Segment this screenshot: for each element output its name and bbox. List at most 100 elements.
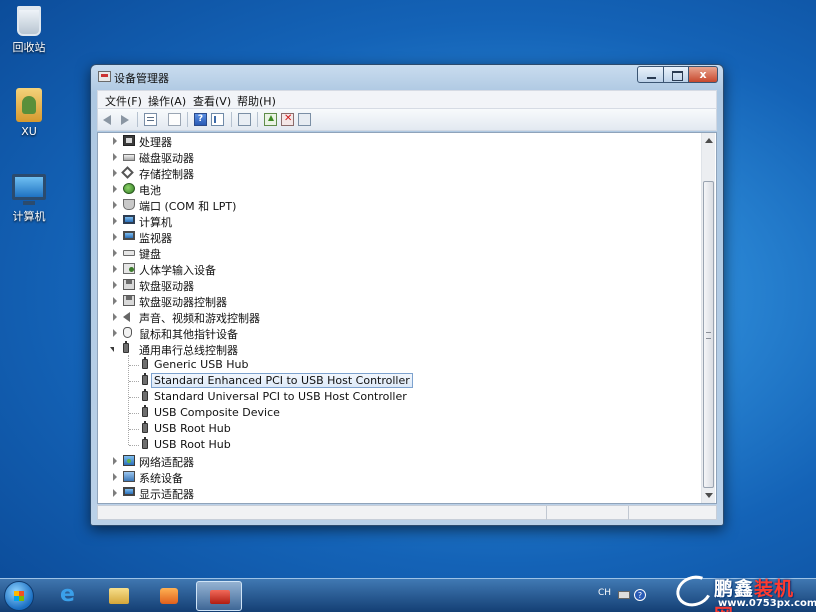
device-manager-taskbar-button[interactable] xyxy=(196,581,242,611)
uninstall-icon[interactable] xyxy=(281,113,294,126)
expand-arrow-icon[interactable] xyxy=(113,313,117,321)
usb-icon xyxy=(142,373,148,385)
recycle-bin-icon xyxy=(17,6,41,36)
user-folder-label: XU xyxy=(21,125,37,138)
media-player-icon[interactable] xyxy=(148,581,190,611)
device-category-row[interactable]: 电池 xyxy=(98,181,698,197)
device-tree-pane: 处理器 磁盘驱动器 存储控制器电池 端口 (COM 和 LPT) 计算机 监视器 键盘 人体学… xyxy=(97,132,717,504)
recycle-bin-shortcut[interactable]: 回收站 xyxy=(1,6,57,55)
window-title: 设备管理器 xyxy=(114,72,169,85)
device-row[interactable]: USB Composite Device xyxy=(98,405,698,421)
device-category-row[interactable]: 键盘 xyxy=(98,245,698,261)
expand-arrow-icon[interactable] xyxy=(113,153,117,161)
device-row[interactable]: Standard Enhanced PCI to USB Host Contro… xyxy=(98,373,698,389)
close-button[interactable]: x xyxy=(688,66,718,83)
device-label: Generic USB Hub xyxy=(154,358,249,371)
device-category-row[interactable]: 端口 (COM 和 LPT) xyxy=(98,197,698,213)
computer-shortcut[interactable]: 计算机 xyxy=(1,174,57,224)
device-row[interactable]: USB Root Hub xyxy=(98,421,698,437)
device-category-row[interactable]: 人体学输入设备 xyxy=(98,261,698,277)
selected-device-label: Standard Enhanced PCI to USB Host Contro… xyxy=(151,373,413,388)
menu-help[interactable]: 帮助(H) xyxy=(237,93,276,109)
storage-controller-icon xyxy=(121,166,134,179)
device-category-row[interactable]: 软盘驱动器控制器 xyxy=(98,293,698,309)
sound-icon xyxy=(123,312,130,322)
system-device-icon xyxy=(123,471,135,482)
device-category-row[interactable]: 网络适配器 xyxy=(98,453,698,469)
expand-arrow-icon[interactable] xyxy=(113,137,117,145)
scroll-down-arrow-icon[interactable] xyxy=(705,493,713,498)
device-category-row[interactable]: 鼠标和其他指针设备 xyxy=(98,325,698,341)
internet-explorer-icon[interactable] xyxy=(48,581,90,611)
expand-arrow-icon[interactable] xyxy=(113,249,117,257)
scan-hardware-icon[interactable] xyxy=(238,113,251,126)
usb-icon xyxy=(142,405,148,417)
show-hide-pane-icon[interactable] xyxy=(211,113,224,126)
expand-arrow-icon[interactable] xyxy=(113,297,117,305)
device-label: 软盘驱动器 xyxy=(139,280,194,293)
computer-icon xyxy=(123,215,135,224)
scroll-up-arrow-icon[interactable] xyxy=(705,138,713,143)
maximize-button[interactable] xyxy=(663,66,689,83)
back-arrow-icon[interactable] xyxy=(102,113,115,126)
device-label: 计算机 xyxy=(139,216,172,229)
update-driver-icon[interactable] xyxy=(264,113,277,126)
forward-arrow-icon[interactable] xyxy=(118,113,131,126)
device-category-row[interactable]: 系统设备 xyxy=(98,469,698,485)
device-row[interactable]: Generic USB Hub xyxy=(98,357,698,373)
expand-arrow-icon[interactable] xyxy=(113,185,117,193)
expand-arrow-icon[interactable] xyxy=(113,329,117,337)
tree-connector-line xyxy=(129,397,139,398)
usb-icon xyxy=(142,437,148,449)
minimize-button[interactable] xyxy=(637,66,664,83)
device-category-row[interactable]: 软盘驱动器 xyxy=(98,277,698,293)
device-label: 电池 xyxy=(139,184,161,197)
expand-arrow-icon[interactable] xyxy=(113,169,117,177)
disable-device-icon[interactable] xyxy=(298,113,311,126)
vertical-scrollbar[interactable] xyxy=(701,133,715,503)
device-category-row[interactable]: 显示适配器 xyxy=(98,485,698,501)
menu-action[interactable]: 操作(A) xyxy=(148,93,186,109)
device-category-row[interactable]: 磁盘驱动器 xyxy=(98,149,698,165)
menu-file[interactable]: 文件(F) xyxy=(105,93,142,109)
device-category-row[interactable]: 处理器 xyxy=(98,133,698,149)
start-button[interactable] xyxy=(4,581,34,611)
device-category-row[interactable]: 存储控制器 xyxy=(98,165,698,181)
device-label: USB Root Hub xyxy=(154,422,231,435)
device-category-row[interactable]: 监视器 xyxy=(98,229,698,245)
floppy-controller-icon xyxy=(123,295,135,306)
scroll-thumb[interactable] xyxy=(703,181,714,488)
disk-drive-icon xyxy=(123,154,135,161)
collapse-arrow-icon[interactable] xyxy=(110,347,114,352)
device-category-row[interactable]: 通用串行总线控制器 xyxy=(98,341,698,357)
expand-arrow-icon[interactable] xyxy=(113,217,117,225)
device-category-row[interactable]: 计算机 xyxy=(98,213,698,229)
device-row[interactable]: Standard Universal PCI to USB Host Contr… xyxy=(98,389,698,405)
file-explorer-icon[interactable] xyxy=(98,581,140,611)
menu-view[interactable]: 查看(V) xyxy=(193,93,231,109)
properties-icon[interactable] xyxy=(144,113,157,126)
menu-bar: 文件(F) 操作(A) 查看(V) 帮助(H) xyxy=(97,90,717,109)
expand-arrow-icon[interactable] xyxy=(113,233,117,241)
document-icon[interactable] xyxy=(168,113,181,126)
mouse-icon xyxy=(123,327,132,338)
expand-arrow-icon[interactable] xyxy=(113,457,117,465)
expand-arrow-icon[interactable] xyxy=(113,265,117,273)
watermark-logo: 鹏鑫装机网 www.0753px.com xyxy=(671,570,816,612)
help-icon[interactable]: ? xyxy=(634,589,646,601)
expand-arrow-icon[interactable] xyxy=(113,473,117,481)
expand-arrow-icon[interactable] xyxy=(113,201,117,209)
help-icon[interactable]: ? xyxy=(194,113,207,126)
recycle-bin-label: 回收站 xyxy=(12,41,46,54)
language-indicator[interactable]: CH xyxy=(598,588,611,598)
toolbar-separator xyxy=(187,112,188,127)
title-bar[interactable]: 设备管理器 x xyxy=(91,65,723,89)
expand-arrow-icon[interactable] xyxy=(113,489,117,497)
device-row[interactable]: USB Root Hub xyxy=(98,437,698,453)
toolbar-separator xyxy=(257,112,258,127)
expand-arrow-icon[interactable] xyxy=(113,281,117,289)
keyboard-icon[interactable] xyxy=(618,591,630,599)
user-folder-shortcut[interactable]: XU xyxy=(1,88,57,138)
usb-icon xyxy=(123,341,129,353)
device-category-row[interactable]: 声音、视频和游戏控制器 xyxy=(98,309,698,325)
